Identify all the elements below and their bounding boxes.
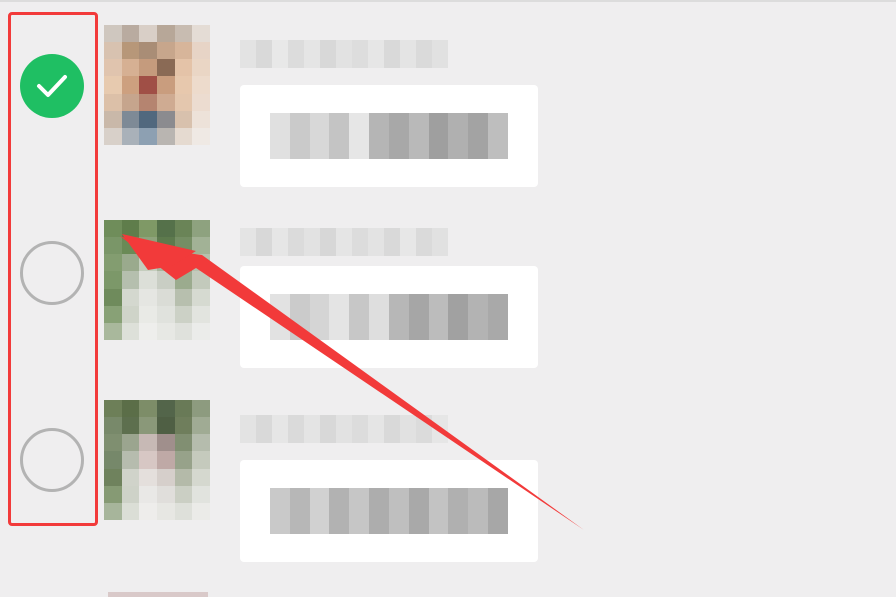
annotation-arrow-icon	[120, 234, 584, 530]
